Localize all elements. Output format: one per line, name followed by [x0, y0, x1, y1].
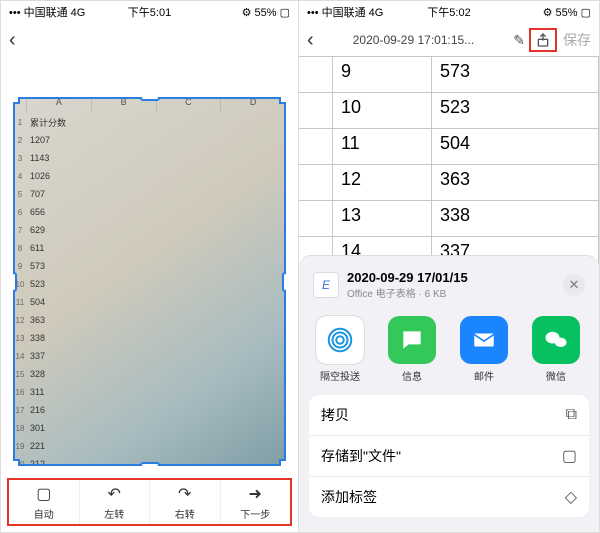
- status-bar: ••• 中国联通 4G 下午5:02 ⚙ 55% ▢: [299, 1, 599, 23]
- crop-handle-mt[interactable]: [140, 97, 160, 101]
- clock-label: 下午5:01: [103, 4, 197, 20]
- carrier-label: ••• 中国联通 4G: [307, 4, 402, 20]
- toolbar-rotate-right-button[interactable]: ↷右转: [150, 480, 221, 524]
- crop-handle-tl[interactable]: [13, 97, 20, 104]
- photo-crop-area[interactable]: A B C D 1累计分数212073114341026570766567629…: [7, 57, 292, 472]
- crop-screen: ••• 中国联通 4G 下午5:01 ⚙ 55% ▢ ‹ A B C D 1累计…: [1, 1, 299, 532]
- save-button[interactable]: 保存: [563, 30, 591, 50]
- file-subtitle: Office 电子表格 · 6 KB: [347, 285, 555, 300]
- back-icon[interactable]: ‹: [307, 29, 314, 52]
- share-action-存储到"文件"[interactable]: 存储到"文件"▢: [309, 436, 589, 477]
- clock-label: 下午5:02: [402, 4, 497, 20]
- edit-icon[interactable]: ✎: [513, 32, 525, 49]
- table-row[interactable]: 9573: [299, 57, 599, 93]
- back-icon[interactable]: ‹: [9, 29, 16, 52]
- share-app-row: 隔空投送信息邮件微信: [309, 310, 589, 395]
- crop-handle-mb[interactable]: [140, 462, 160, 466]
- battery-label: ⚙ 55% ▢: [496, 6, 591, 19]
- share-sheet: E 2020-09-29 17/01/15 Office 电子表格 · 6 KB…: [299, 255, 599, 532]
- table-row[interactable]: 12363: [299, 165, 599, 201]
- crop-handle-bl[interactable]: [13, 459, 20, 466]
- table-row[interactable]: 13338: [299, 201, 599, 237]
- crop-handle-br[interactable]: [279, 459, 286, 466]
- crop-handle-ml[interactable]: [13, 272, 17, 292]
- table-row[interactable]: 10523: [299, 93, 599, 129]
- bottom-toolbar: ▢自动↶左转↷右转➜下一步: [7, 478, 292, 526]
- nav-header: ‹ 2020-09-29 17:01:15... ✎ 保存: [299, 23, 599, 57]
- share-app-微信[interactable]: 微信: [527, 316, 585, 383]
- share-app-信息[interactable]: 信息: [383, 316, 441, 383]
- file-title: 2020-09-29 17/01/15: [347, 270, 555, 285]
- toolbar-auto-button[interactable]: ▢自动: [9, 480, 80, 524]
- result-table[interactable]: 95731052311504123631333814337: [299, 57, 599, 273]
- page-title: 2020-09-29 17:01:15...: [314, 33, 514, 47]
- toolbar-next-button[interactable]: ➜下一步: [221, 480, 291, 524]
- toolbar-rotate-left-button[interactable]: ↶左转: [80, 480, 151, 524]
- captured-photo: A B C D 1累计分数212073114341026570766567629…: [13, 97, 286, 466]
- close-icon[interactable]: ✕: [563, 274, 585, 296]
- carrier-label: ••• 中国联通 4G: [9, 4, 103, 20]
- crop-handle-mr[interactable]: [282, 272, 286, 292]
- share-app-隔空投送[interactable]: 隔空投送: [311, 316, 369, 383]
- result-screen: ••• 中国联通 4G 下午5:02 ⚙ 55% ▢ ‹ 2020-09-29 …: [299, 1, 599, 532]
- file-type-icon: E: [313, 272, 339, 298]
- crop-rectangle[interactable]: [13, 97, 286, 466]
- battery-label: ⚙ 55% ▢: [196, 6, 290, 19]
- share-action-添加标签[interactable]: 添加标签◇: [309, 477, 589, 517]
- status-bar: ••• 中国联通 4G 下午5:01 ⚙ 55% ▢: [1, 1, 298, 23]
- nav-header: ‹: [1, 23, 298, 57]
- table-row[interactable]: 11504: [299, 129, 599, 165]
- share-action-list: 拷贝⧉存储到"文件"▢添加标签◇: [309, 395, 589, 517]
- crop-handle-tr[interactable]: [279, 97, 286, 104]
- share-icon[interactable]: [529, 28, 557, 52]
- share-app-邮件[interactable]: 邮件: [455, 316, 513, 383]
- share-action-拷贝[interactable]: 拷贝⧉: [309, 395, 589, 436]
